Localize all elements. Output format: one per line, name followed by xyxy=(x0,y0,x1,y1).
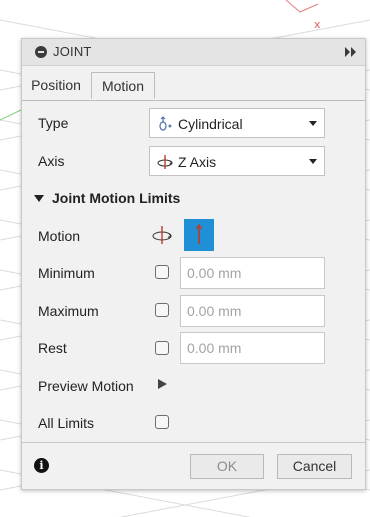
preview-motion-label: Preview Motion xyxy=(38,378,134,394)
dialog-titlebar[interactable]: JOINT xyxy=(22,39,365,66)
slide-arrow-icon xyxy=(195,223,203,244)
footer-divider xyxy=(22,442,365,443)
minus-circle-icon[interactable] xyxy=(35,46,47,58)
caret-down-icon xyxy=(34,195,44,202)
svg-text:x: x xyxy=(314,18,321,31)
maximum-input[interactable] xyxy=(180,295,325,327)
tab-position[interactable]: Position xyxy=(22,72,90,99)
rest-checkbox[interactable] xyxy=(155,341,169,355)
axis-dropdown[interactable]: Z Axis xyxy=(149,146,325,176)
chevron-down-icon xyxy=(309,159,317,164)
double-chevron-right-icon[interactable] xyxy=(344,46,358,58)
all-limits-checkbox[interactable] xyxy=(155,415,169,429)
tab-bar: Position Motion xyxy=(22,72,365,101)
rotate-axis-icon xyxy=(157,155,173,169)
all-limits-label: All Limits xyxy=(38,415,95,431)
maximum-label: Maximum xyxy=(38,303,99,319)
play-icon[interactable] xyxy=(158,379,167,389)
section-title: Joint Motion Limits xyxy=(52,190,181,206)
minimum-checkbox[interactable] xyxy=(155,265,169,279)
joint-dialog: JOINT Position Motion Type Cylindrical A… xyxy=(21,38,366,490)
rest-label: Rest xyxy=(38,340,67,356)
info-icon[interactable]: i xyxy=(34,458,49,473)
axis-value: Z Axis xyxy=(178,154,217,170)
minimum-input[interactable] xyxy=(180,257,325,289)
tab-motion[interactable]: Motion xyxy=(91,72,155,99)
cylindrical-joint-icon xyxy=(159,116,172,131)
chevron-down-icon xyxy=(309,121,317,126)
type-value: Cylindrical xyxy=(178,116,243,132)
slide-motion-toggle[interactable] xyxy=(184,219,214,251)
type-dropdown[interactable]: Cylindrical xyxy=(149,108,325,138)
rest-input[interactable] xyxy=(180,332,325,364)
dialog-title: JOINT xyxy=(53,44,92,59)
motion-label: Motion xyxy=(38,228,81,244)
type-label: Type xyxy=(38,115,69,131)
ok-button[interactable]: OK xyxy=(190,454,264,479)
rotate-axis-icon[interactable] xyxy=(151,225,173,245)
axis-label: Axis xyxy=(38,153,65,169)
maximum-checkbox[interactable] xyxy=(155,303,169,317)
minimum-label: Minimum xyxy=(38,265,95,281)
cancel-button[interactable]: Cancel xyxy=(277,454,352,479)
